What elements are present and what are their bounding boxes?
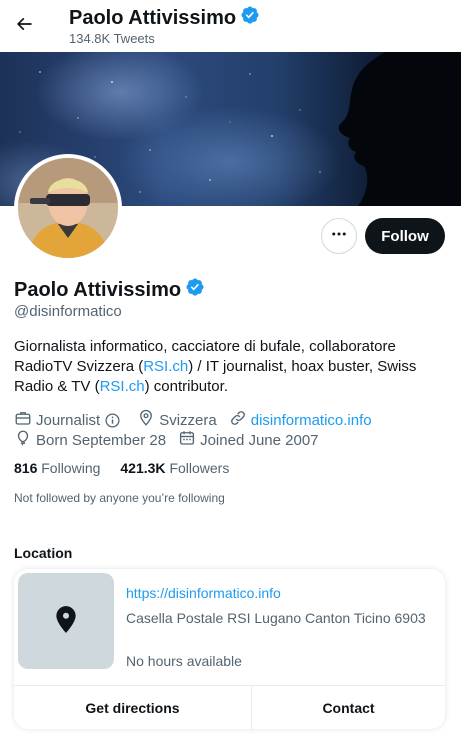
bio-link-rsi[interactable]: RSI.ch [100,378,145,395]
location-card: https://disinformatico.info Casella Post… [14,569,445,729]
profile-avatar[interactable] [14,154,122,262]
bio-link-rsi[interactable]: RSI.ch [143,358,188,375]
location-address: Casella Postale RSI Lugano Canton Ticino… [126,610,426,626]
followers-count: 421.3K [120,460,166,476]
location-website-link[interactable]: https://disinformatico.info [126,585,281,601]
verified-badge-icon [185,277,205,303]
following-stat[interactable]: 816 Following [14,460,100,476]
contact-button[interactable]: Contact [252,686,445,729]
location-heading: Location [14,545,73,561]
get-directions-button[interactable]: Get directions [14,686,251,729]
verified-badge-icon [240,5,260,31]
profile-meta-row: Journalist Svizzera disinformatico.info [14,409,384,431]
following-label: Following [41,460,101,476]
balloon-icon [14,429,36,451]
profile-location: Svizzera [137,409,217,431]
location-hours: No hours available [126,653,242,669]
more-options-button[interactable] [321,218,357,254]
link-icon [229,409,251,431]
profile-birthday: Born September 28 [14,429,166,451]
following-count: 816 [14,460,38,476]
tweet-count: 134.8K Tweets [69,31,155,46]
bio-text: ) contributor. [144,378,228,395]
join-date-label: Joined June 2007 [200,431,319,449]
location-label: Svizzera [159,411,217,429]
profile-name-row: Paolo Attivissimo [14,277,205,303]
follow-stats: 816 Following 421.3K Followers [14,460,249,476]
info-icon[interactable] [104,412,125,429]
profile-join-date: Joined June 2007 [178,429,319,451]
birthday-label: Born September 28 [36,431,167,449]
more-icon [330,225,348,248]
top-bar: Paolo Attivissimo 134.8K Tweets [0,0,461,52]
website-link[interactable]: disinformatico.info [251,412,372,429]
not-followed-notice: Not followed by anyone you’re following [14,491,225,505]
follow-button[interactable]: Follow [365,218,445,254]
map-thumbnail[interactable] [18,573,114,669]
back-button[interactable] [8,8,40,44]
avatar-image [18,158,118,258]
profile-bio: Giornalista informatico, cacciatore di b… [14,337,434,397]
location-pin-icon [137,409,159,431]
followers-stat[interactable]: 421.3K Followers [120,460,229,476]
back-arrow-icon [14,14,34,39]
profile-handle: @disinformatico [14,303,122,320]
profile-website: disinformatico.info [229,409,372,431]
header-title: Paolo Attivissimo [69,6,237,29]
profile-meta-row: Born September 28 Joined June 2007 [14,429,331,451]
profile-category: Journalist [14,409,125,431]
map-pin-icon [53,604,79,639]
followers-label: Followers [169,460,230,476]
profile-display-name: Paolo Attivissimo [14,278,182,301]
calendar-icon [178,429,200,451]
category-label: Journalist [36,411,101,429]
briefcase-icon [14,409,36,431]
header-title-row: Paolo Attivissimo [69,5,260,31]
